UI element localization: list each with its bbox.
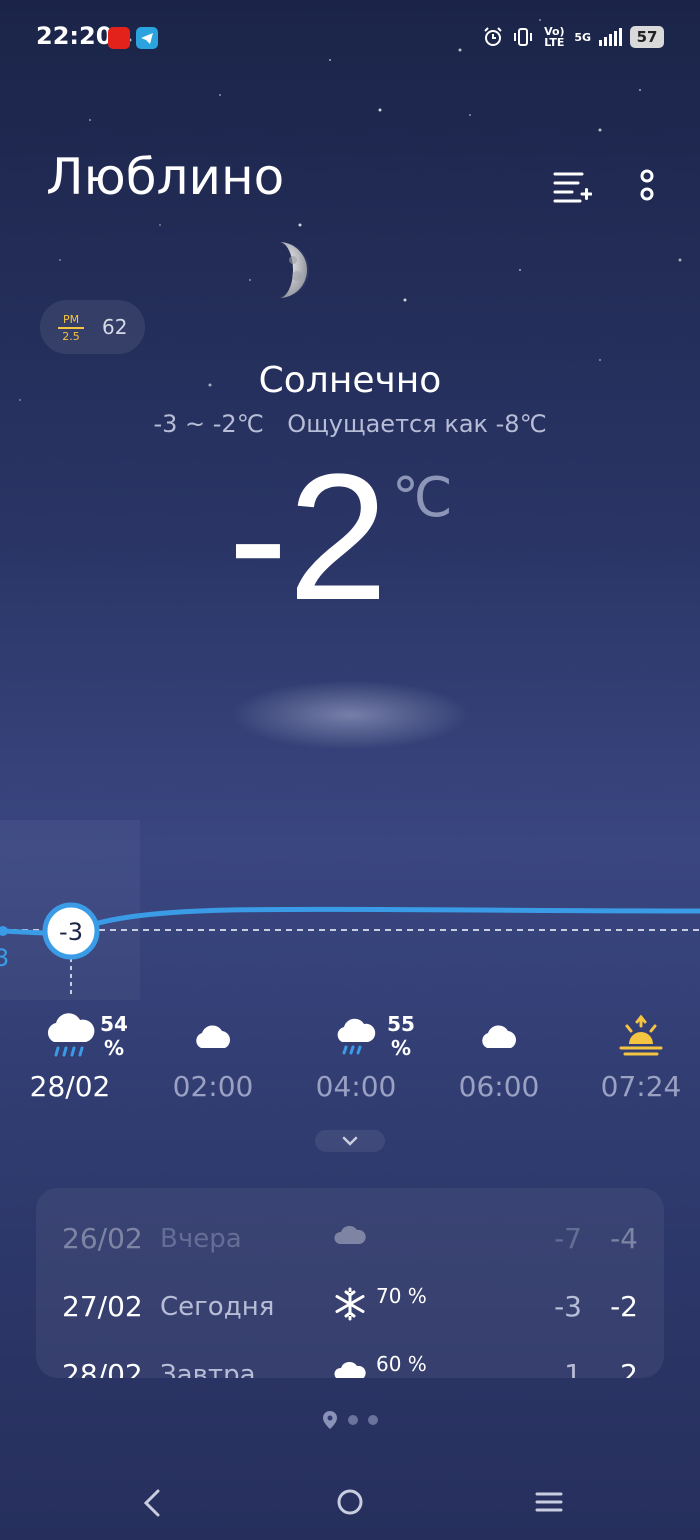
feels-like: Ощущается как -8℃ xyxy=(287,410,547,438)
pm25-icon: PM 2.5 xyxy=(58,313,84,343)
temperature-range: -3 ~ -2℃ xyxy=(153,410,264,438)
day-max-temp: 2 xyxy=(620,1358,638,1378)
expand-hourly-button[interactable] xyxy=(315,1130,385,1152)
pm25-value: 62 xyxy=(102,315,128,339)
day-min-temp: 1 xyxy=(564,1358,582,1378)
hourly-temperature-chart: -3 3 xyxy=(0,902,700,998)
status-bar: 22:20 Vo) LTE 5G 57 xyxy=(0,0,700,76)
day-name: Сегодня xyxy=(160,1292,275,1322)
location-pin-icon xyxy=(323,1411,337,1429)
day-date: 27/02 xyxy=(62,1290,143,1323)
cloud-icon xyxy=(334,1225,366,1244)
home-icon[interactable] xyxy=(336,1488,364,1516)
status-time: 22:20 xyxy=(36,22,113,50)
navigation-bar xyxy=(0,1470,700,1540)
back-icon[interactable] xyxy=(140,1488,164,1518)
vibrate-icon xyxy=(514,28,533,46)
temperature-unit: ℃ xyxy=(392,468,453,528)
precip-chance: 60 % xyxy=(376,1352,427,1376)
hour-time: 07:24 xyxy=(600,1070,682,1103)
air-quality-badge[interactable]: PM 2.5 62 xyxy=(40,300,145,354)
city-name[interactable]: Люблино xyxy=(46,148,284,206)
now-temp-label: -3 xyxy=(59,918,83,946)
precip-chance: 55 % xyxy=(387,1012,415,1060)
cloud-moon-icon xyxy=(482,1016,517,1048)
precip-chance: 54 % xyxy=(100,1012,128,1060)
add-city-icon[interactable] xyxy=(552,170,592,206)
day-row[interactable]: 28/02 Завтра 60 % 1 2 xyxy=(36,1346,664,1378)
day-row[interactable]: 26/02 Вчера -7 -4 xyxy=(36,1210,664,1270)
network-type: 5G xyxy=(574,30,591,44)
current-temperature: -2 xyxy=(228,437,389,638)
moon-reflection xyxy=(230,680,470,750)
precip-chance: 70 % xyxy=(376,1284,427,1308)
day-date: 26/02 xyxy=(62,1222,143,1255)
day-min-temp: -3 xyxy=(554,1290,582,1323)
hour-time: 04:00 xyxy=(315,1070,397,1103)
mts-app-icon xyxy=(108,27,130,49)
day-date: 28/02 xyxy=(62,1358,143,1378)
day-max-temp: -4 xyxy=(610,1222,638,1255)
page-dot[interactable] xyxy=(368,1415,378,1425)
day-name: Завтра xyxy=(160,1360,256,1378)
snowflake-icon xyxy=(335,1287,365,1321)
hour-time: 06:00 xyxy=(458,1070,540,1103)
more-icon[interactable] xyxy=(636,168,658,204)
sunrise-icon xyxy=(619,1014,663,1056)
chevron-down-icon xyxy=(342,1136,358,1146)
temperature-details: -3 ~ -2℃ Ощущается как -8℃ xyxy=(0,410,700,438)
alarm-icon xyxy=(484,27,503,46)
day-row[interactable]: 27/02 Сегодня 70 % -3 -2 xyxy=(36,1278,664,1338)
hour-time: 02:00 xyxy=(172,1070,254,1103)
city-pager xyxy=(0,1410,700,1430)
moon-icon xyxy=(279,242,309,298)
telegram-icon xyxy=(136,27,158,49)
page-dot[interactable] xyxy=(348,1415,358,1425)
cloud-moon-icon xyxy=(196,1016,231,1048)
cloud-icon xyxy=(334,1362,366,1378)
signal-icon xyxy=(599,28,622,46)
day-name: Вчера xyxy=(160,1224,242,1254)
battery-indicator: 57 xyxy=(630,26,664,48)
volte-indicator: Vo) LTE xyxy=(544,25,565,49)
recents-icon[interactable] xyxy=(534,1490,564,1514)
daily-forecast-card[interactable]: 26/02 Вчера -7 -4 27/02 Сегодня 70 % -3 … xyxy=(36,1188,664,1378)
day-max-temp: -2 xyxy=(610,1290,638,1323)
day-min-temp: -7 xyxy=(554,1222,582,1255)
prev-temp-label: 3 xyxy=(0,944,9,972)
weather-condition: Солнечно xyxy=(258,360,442,401)
hour-time: 28/02 xyxy=(29,1070,111,1103)
